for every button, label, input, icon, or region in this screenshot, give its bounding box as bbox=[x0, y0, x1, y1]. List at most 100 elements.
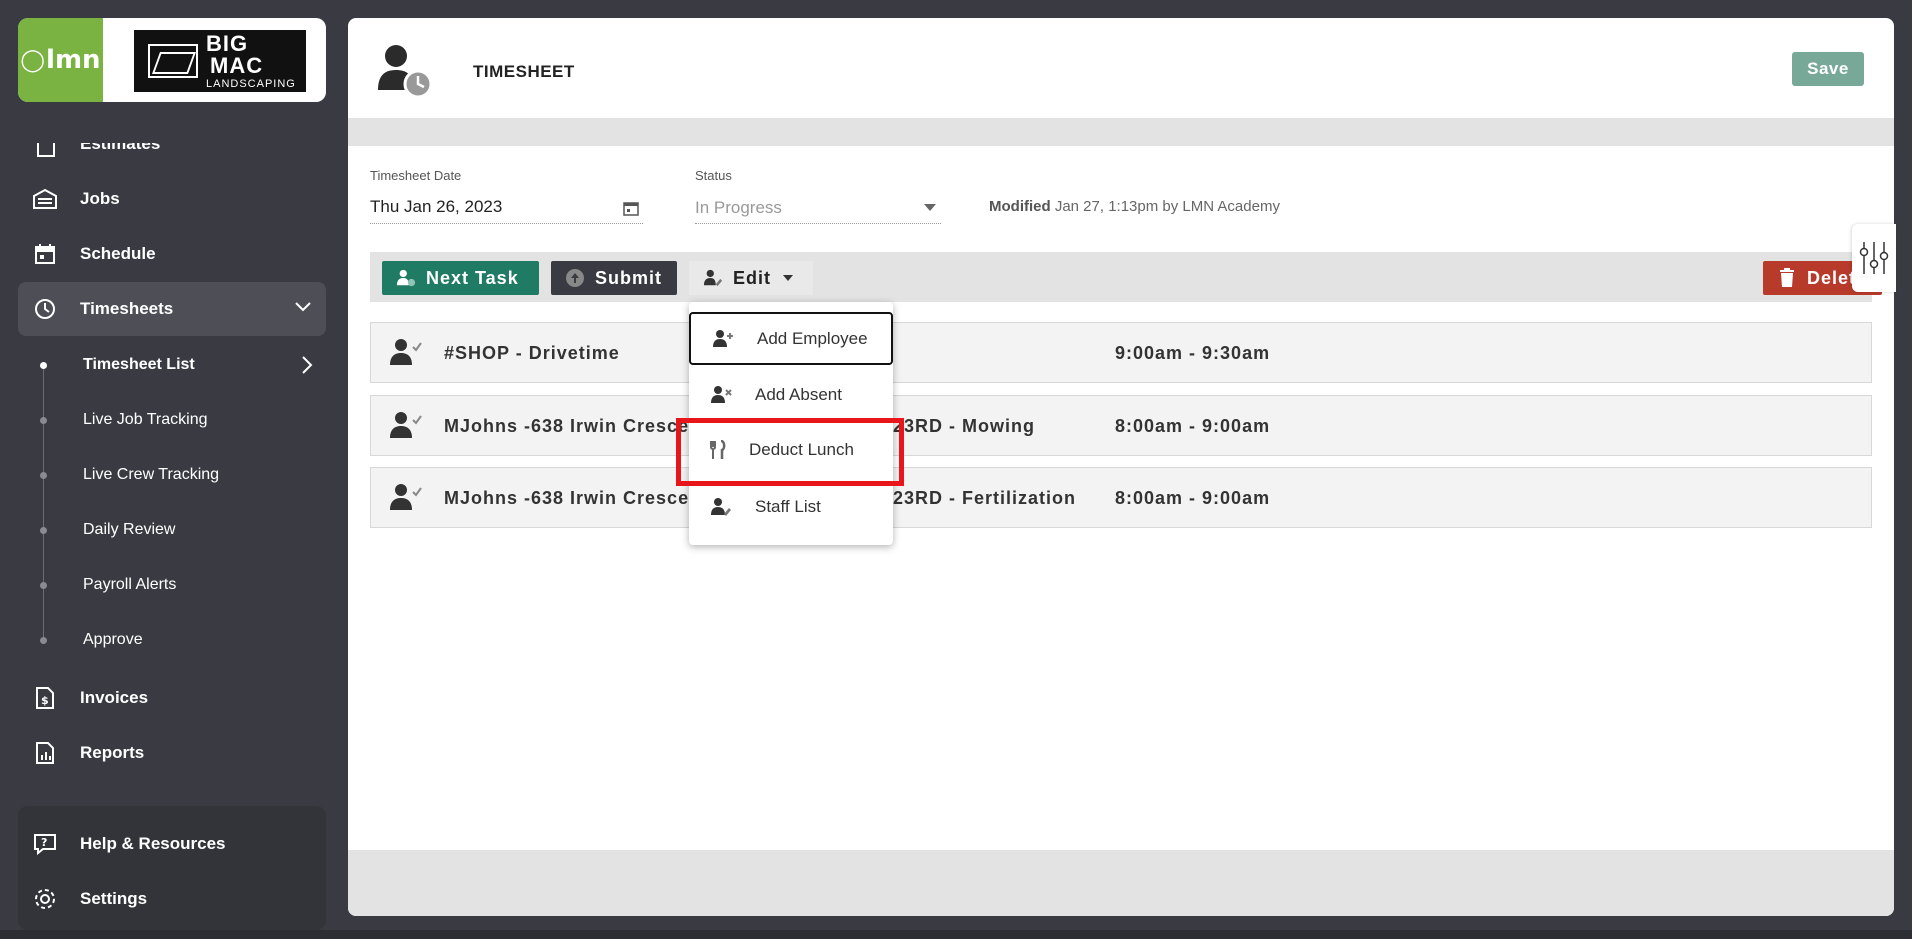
menu-item-staff-list-label: Staff List bbox=[755, 496, 821, 516]
sidebar-item-jobs-label: Jobs bbox=[80, 189, 120, 208]
user-check-icon bbox=[390, 339, 422, 365]
svg-text:?: ? bbox=[41, 836, 47, 849]
modified-value: Jan 27, 1:13pm by LMN Academy bbox=[1054, 198, 1280, 215]
edit-label: Edit bbox=[733, 267, 771, 288]
menu-item-add-employee-label: Add Employee bbox=[757, 328, 868, 348]
submit-label: Submit bbox=[595, 267, 662, 288]
task-service: 23RD - Mowing bbox=[893, 416, 1035, 436]
company-logo-mark-icon bbox=[148, 44, 198, 78]
modified-label: Modified bbox=[989, 198, 1051, 215]
sidebar-item-jobs[interactable]: Jobs bbox=[18, 172, 326, 226]
edit-menu-button[interactable]: Edit bbox=[689, 261, 813, 295]
sidebar-subitem-daily-review[interactable]: Daily Review bbox=[83, 515, 175, 545]
menu-item-add-absent[interactable]: Add Absent bbox=[689, 368, 893, 421]
sidebar-subitem-payroll-alerts[interactable]: Payroll Alerts bbox=[83, 570, 176, 600]
page-header: TIMESHEET Save bbox=[348, 18, 1894, 118]
next-task-button[interactable]: Next Task bbox=[382, 261, 539, 295]
calendar-icon bbox=[32, 241, 58, 267]
invoice-icon: $ bbox=[32, 685, 58, 711]
task-time: 8:00am - 9:00am bbox=[1115, 488, 1271, 508]
user-times-icon bbox=[709, 384, 735, 406]
sidebar: ◯ lmn BIG MAC LANDSCAPING Estimates Jobs … bbox=[0, 0, 345, 939]
calendar-picker-icon[interactable] bbox=[623, 200, 639, 216]
jobs-icon bbox=[32, 186, 58, 212]
report-icon bbox=[32, 740, 58, 766]
timesheet-date-label: Timesheet Date bbox=[370, 168, 462, 183]
menu-item-staff-list[interactable]: Staff List bbox=[689, 480, 893, 533]
sidebar-item-schedule[interactable]: Schedule bbox=[18, 227, 326, 281]
submenu-dot bbox=[40, 472, 47, 479]
sidebar-subitem-live-job-tracking[interactable]: Live Job Tracking bbox=[83, 405, 208, 435]
window-bottom-bar bbox=[0, 930, 1912, 939]
sidebar-item-invoices[interactable]: $ Invoices bbox=[18, 671, 326, 725]
company-logo: BIG MAC LANDSCAPING bbox=[134, 30, 306, 92]
modified-info: Modified Jan 27, 1:13pm by LMN Academy bbox=[989, 198, 1280, 215]
sliders-icon bbox=[1859, 242, 1889, 274]
sidebar-item-estimates[interactable]: Estimates bbox=[80, 143, 160, 154]
sidebar-item-timesheets[interactable]: Timesheets bbox=[18, 282, 326, 336]
sidebar-item-reports[interactable]: Reports bbox=[18, 726, 326, 780]
footer-band bbox=[348, 850, 1894, 916]
sidebar-item-schedule-label: Schedule bbox=[80, 244, 156, 263]
sidebar-item-reports-label: Reports bbox=[80, 743, 145, 762]
status-label: Status bbox=[695, 168, 732, 183]
help-icon: ? bbox=[32, 831, 58, 857]
status-dropdown-caret-icon[interactable] bbox=[924, 204, 936, 211]
main-panel: TIMESHEET Save Timesheet Date Thu Jan 26… bbox=[348, 18, 1894, 916]
task-name: MJohns -638 Irwin Cresce bbox=[444, 488, 690, 508]
user-edit-icon bbox=[709, 496, 735, 518]
chevron-right-icon[interactable] bbox=[300, 355, 314, 375]
estimates-icon[interactable] bbox=[36, 134, 56, 158]
sidebar-subitem-approve[interactable]: Approve bbox=[83, 625, 143, 655]
timesheet-date-input[interactable]: Thu Jan 26, 2023 bbox=[370, 197, 502, 217]
user-edit-icon bbox=[703, 268, 723, 288]
header-divider bbox=[348, 118, 1894, 146]
company-logo-line3: LANDSCAPING bbox=[206, 77, 296, 90]
task-row[interactable]: MJohns -638 Irwin Cresce 23RD - Mowing 8… bbox=[370, 395, 1872, 456]
sidebar-subitem-timesheet-list[interactable]: Timesheet List bbox=[83, 350, 195, 380]
gear-icon bbox=[32, 886, 58, 912]
company-logo-line1: BIG bbox=[206, 30, 249, 56]
user-check-icon bbox=[390, 412, 422, 438]
submenu-dot bbox=[40, 362, 47, 369]
caret-down-icon bbox=[783, 275, 793, 281]
task-name: MJohns -638 Irwin Cresce bbox=[444, 416, 690, 436]
lmn-logo: ◯ lmn bbox=[18, 18, 103, 102]
trash-icon bbox=[1777, 268, 1797, 288]
annotation-highlight-box bbox=[676, 418, 904, 486]
sidebar-item-help-label: Help & Resources bbox=[80, 834, 226, 853]
clock-icon bbox=[32, 296, 58, 322]
sidebar-item-settings[interactable]: Settings bbox=[18, 872, 326, 926]
submenu-dot bbox=[40, 582, 47, 589]
timesheet-date-underline bbox=[370, 223, 643, 224]
task-time: 9:00am - 9:30am bbox=[1115, 343, 1271, 363]
chevron-down-icon[interactable] bbox=[294, 300, 312, 312]
sidebar-item-timesheets-label: Timesheets bbox=[80, 299, 174, 318]
task-row[interactable]: #SHOP - Drivetime 9:00am - 9:30am bbox=[370, 322, 1872, 383]
brand-card[interactable]: ◯ lmn BIG MAC LANDSCAPING bbox=[18, 18, 326, 102]
upload-circle-icon bbox=[565, 268, 585, 288]
page-title: TIMESHEET bbox=[473, 62, 575, 81]
sidebar-item-invoices-label: Invoices bbox=[80, 688, 149, 707]
task-row[interactable]: MJohns -638 Irwin Cresce 23RD - Fertiliz… bbox=[370, 467, 1872, 528]
sidebar-item-settings-label: Settings bbox=[80, 889, 148, 908]
sidebar-item-help[interactable]: ? Help & Resources bbox=[18, 817, 326, 871]
company-logo-line2: MAC bbox=[210, 52, 264, 78]
filter-settings-tab[interactable] bbox=[1852, 224, 1896, 292]
sidebar-subitem-live-crew-tracking[interactable]: Live Crew Tracking bbox=[83, 460, 219, 490]
task-time: 8:00am - 9:00am bbox=[1115, 416, 1271, 436]
status-select[interactable]: In Progress bbox=[695, 198, 782, 218]
submit-button[interactable]: Submit bbox=[551, 261, 677, 295]
user-plus-icon bbox=[711, 328, 737, 350]
submenu-dot bbox=[40, 527, 47, 534]
save-button[interactable]: Save bbox=[1792, 52, 1864, 86]
submenu-dot bbox=[40, 417, 47, 424]
menu-item-add-absent-label: Add Absent bbox=[755, 384, 842, 404]
user-check-icon bbox=[390, 484, 422, 510]
menu-item-add-employee[interactable]: Add Employee bbox=[689, 312, 893, 365]
timesheet-user-clock-icon bbox=[378, 45, 433, 99]
next-task-label: Next Task bbox=[426, 267, 519, 288]
status-underline bbox=[695, 223, 941, 224]
task-toolbar: Next Task Submit Edit Delete bbox=[370, 252, 1882, 302]
task-service: 23RD - Fertilization bbox=[893, 488, 1077, 508]
